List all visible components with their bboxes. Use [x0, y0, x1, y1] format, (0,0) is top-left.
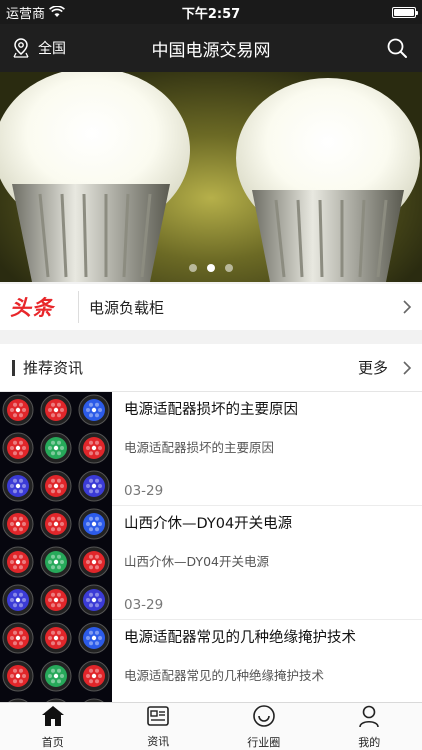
carousel-dot[interactable]: [207, 264, 215, 272]
search-icon: [387, 38, 407, 58]
section-header: 推荐资讯 更多: [0, 344, 422, 392]
battery-level: [394, 8, 414, 16]
news-summary: 电源适配器常见的几种绝缘掩护技术: [124, 668, 325, 683]
tab-home[interactable]: 首页: [0, 703, 106, 750]
headline-row[interactable]: 头条 电源负载柜: [0, 284, 422, 330]
location-pin-icon: [13, 38, 29, 58]
tab-bar: 首页 资讯 行业圈 我的: [0, 702, 422, 750]
news-body: 山西介休—DY04开关电源 山西介休—DY04开关电源 03-29: [112, 506, 422, 619]
news-list: 电源适配器损坏的主要原因 电源适配器损坏的主要原因 03-29 山西介休—DY04开关…: [0, 392, 422, 702]
news-date: 03-29: [124, 597, 164, 613]
location-selector[interactable]: 全国: [0, 38, 110, 58]
carousel-dot[interactable]: [189, 264, 197, 272]
status-right: [266, 6, 418, 18]
news-body: 电源适配器常见的几种绝缘掩护技术 电源适配器常见的几种绝缘掩护技术: [112, 620, 422, 702]
battery-icon: [392, 6, 418, 18]
news-body: 电源适配器损坏的主要原因 电源适配器损坏的主要原因 03-29: [112, 392, 422, 505]
headline-text: 电源负载柜: [89, 298, 165, 317]
wifi-icon: [49, 6, 65, 17]
banner-image: [0, 72, 420, 282]
tab-label: 我的: [358, 735, 381, 749]
tab-user[interactable]: 我的: [317, 703, 422, 750]
news-summary: 电源适配器损坏的主要原因: [124, 440, 275, 455]
banner-carousel[interactable]: [0, 72, 422, 282]
user-icon: [358, 704, 380, 732]
home-icon: [40, 704, 66, 732]
carousel-dot[interactable]: [225, 264, 233, 272]
circle-icon: [252, 704, 276, 732]
chevron-right-icon: [392, 299, 422, 315]
more-link[interactable]: 更多: [358, 357, 392, 378]
news-thumbnail: [0, 392, 112, 506]
status-left: 运营商: [6, 3, 156, 22]
tab-label: 首页: [41, 735, 64, 749]
tab-news[interactable]: 资讯: [106, 703, 212, 750]
news-thumbnail: [0, 620, 112, 702]
news-item[interactable]: 电源适配器损坏的主要原因 电源适配器损坏的主要原因 03-29: [0, 392, 422, 506]
page-title: 中国电源交易网: [151, 40, 271, 61]
news-item[interactable]: 电源适配器常见的几种绝缘掩护技术 电源适配器常见的几种绝缘掩护技术: [0, 620, 422, 702]
carrier-label: 运营商: [6, 6, 46, 22]
nav-bar: 全国 中国电源交易网: [0, 24, 422, 72]
chevron-right-icon[interactable]: [392, 360, 422, 376]
tab-label: 资讯: [147, 734, 170, 748]
news-title: 山西介休—DY04开关电源: [124, 516, 293, 532]
search-button[interactable]: [312, 37, 422, 59]
news-date: 03-29: [124, 483, 164, 499]
tab-label: 行业圈: [247, 735, 281, 749]
news-item[interactable]: 山西介休—DY04开关电源 山西介休—DY04开关电源 03-29: [0, 506, 422, 620]
status-bar: 运营商 下午2:57: [0, 0, 422, 24]
headline-logo: 头条: [10, 296, 54, 320]
tab-circle[interactable]: 行业圈: [211, 703, 317, 750]
app-screen: 运营商 下午2:57 全国 中国电源交易网 头条 电源负载柜 推荐资讯 更多 电…: [0, 0, 422, 750]
news-thumbnail: [0, 506, 112, 620]
status-time: 下午2:57: [181, 6, 241, 22]
news-title: 电源适配器常见的几种绝缘掩护技术: [124, 630, 356, 646]
section-title: 推荐资讯: [23, 359, 84, 377]
news-summary: 山西介休—DY04开关电源: [124, 554, 269, 569]
carousel-dots: [0, 264, 422, 272]
location-label: 全国: [38, 41, 66, 57]
news-title: 电源适配器损坏的主要原因: [124, 402, 298, 418]
news-icon: [146, 705, 170, 731]
